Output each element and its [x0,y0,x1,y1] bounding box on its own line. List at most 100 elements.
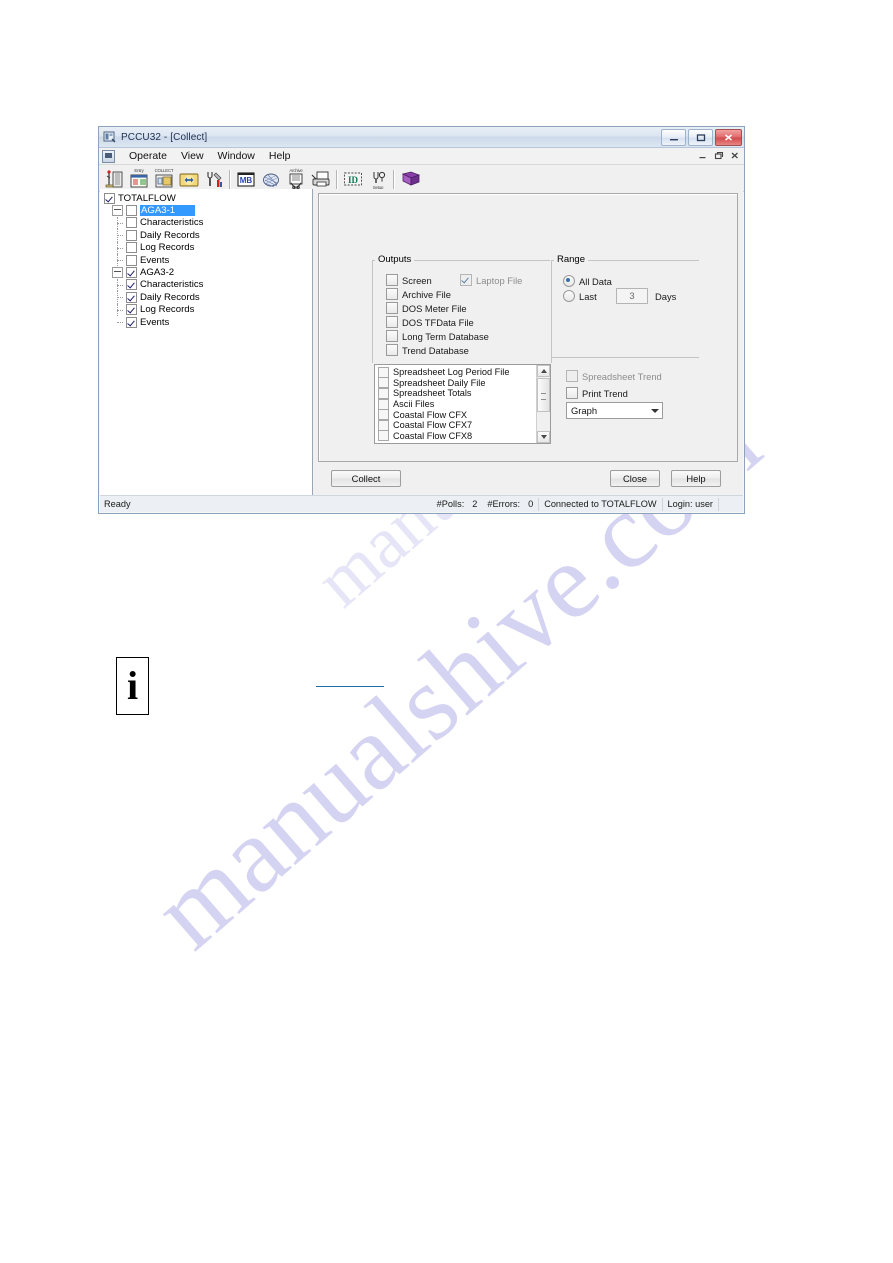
tree-checkbox-aga3-1-events[interactable] [126,254,137,266]
toolbar-button-modbus[interactable]: MB [234,166,258,190]
tree-dash [117,284,123,287]
tree-checkbox-aga3-2-daily-records[interactable] [126,291,137,303]
tree-checkbox-aga3-2[interactable] [126,267,137,279]
window-titlebar[interactable]: PCCU32 - [Collect] [99,127,744,148]
menu-item-view[interactable]: View [174,148,211,164]
listbox-scrollbar[interactable] [536,365,550,443]
mdi-client-area: TOTALFLOW AGA3-1 Characteristics Daily R… [100,189,743,495]
trend-mode-select[interactable]: Graph [566,402,663,419]
menu-item-operate[interactable]: Operate [122,148,174,164]
list-item-checkbox[interactable] [378,430,389,442]
list-item-checkbox[interactable] [378,387,389,399]
list-item[interactable]: Spreadsheet Log Period File [378,366,537,378]
toolbar-button-terminal[interactable] [102,166,126,190]
toolbar-button-help-book[interactable] [398,166,422,190]
status-errors: #Errors: 0 [482,498,538,511]
checkbox-trend-database[interactable]: Trend Database [386,344,469,356]
collect-button[interactable]: Collect [331,470,401,487]
help-button[interactable]: Help [671,470,721,487]
tree-node-aga3-2-daily-records[interactable]: Daily Records [104,291,312,304]
checkbox-dos-meter-file[interactable]: DOS Meter File [386,302,467,314]
menu-item-window[interactable]: Window [211,148,262,164]
list-item-checkbox[interactable] [378,419,389,431]
toolbar-button-transfer[interactable] [177,166,201,190]
info-glyph: i [126,663,139,708]
status-resize-grip[interactable] [718,497,743,511]
tree-checkbox-aga3-1-log-records[interactable] [126,242,137,254]
scrollbar-down-button[interactable] [537,431,550,443]
checkbox-screen[interactable]: Screen [386,274,432,286]
trend-database-label: Trend Database [402,344,469,356]
scrollbar-up-button[interactable] [537,365,550,377]
tree-expander-aga3-2[interactable] [112,267,123,279]
toolbar-button-analysis[interactable] [259,166,283,190]
list-item[interactable]: Spreadsheet Daily File [378,377,537,389]
tree-expander-aga3-1[interactable] [112,205,123,217]
tree-checkbox-aga3-2-characteristics[interactable] [126,279,137,291]
tree-node-aga3-1-daily-records[interactable]: Daily Records [104,229,312,242]
mdi-restore-button[interactable] [712,149,725,162]
tree-dash [117,260,123,262]
radio-last[interactable]: Last [563,290,597,302]
tree-node-aga3-2-characteristics[interactable]: Characteristics [104,278,312,292]
tree-checkbox-aga3-2-events[interactable] [126,316,137,328]
tree-node-aga3-2-log-records[interactable]: Log Records [104,303,312,316]
window-minimize-button[interactable] [661,129,686,146]
document-page: manualshive.com manualshive.com PCCU32 -… [0,0,893,1263]
toolbar-button-entry[interactable]: Entry [127,166,151,190]
tree-label-aga3-1-events: Events [140,254,170,266]
tree-node-totalflow[interactable]: TOTALFLOW [104,192,312,204]
scrollbar-thumb[interactable] [537,378,550,412]
tree-node-aga3-1-characteristics[interactable]: Characteristics [104,216,312,230]
toolbar-button-id[interactable]: ID [341,166,365,190]
list-item-checkbox[interactable] [378,377,389,389]
combo-arrow-button[interactable] [647,404,662,417]
close-button[interactable]: Close [610,470,660,487]
output-file-list-items: Spreadsheet Log Period File Spreadsheet … [375,365,537,443]
checkbox-archive-file[interactable]: Archive File [386,288,451,300]
checkbox-long-term-database[interactable]: Long Term Database [386,330,489,342]
menu-item-help[interactable]: Help [262,148,298,164]
status-errors-value: 0 [528,499,534,509]
tree-node-aga3-1-log-records[interactable]: Log Records [104,241,312,254]
list-item-checkbox[interactable] [378,409,389,421]
device-tree-pane[interactable]: TOTALFLOW AGA3-1 Characteristics Daily R… [100,189,313,495]
toolbar-button-collect[interactable]: COLLECT [152,166,176,190]
mdi-close-button[interactable] [728,149,741,162]
list-item[interactable]: Spreadsheet Totals [378,387,537,399]
tree-checkbox-totalflow[interactable] [104,192,115,204]
window-close-button[interactable] [715,129,742,146]
list-item-checkbox[interactable] [378,366,389,378]
output-file-listbox[interactable]: Spreadsheet Log Period File Spreadsheet … [374,364,551,444]
tree-checkbox-aga3-1-daily-records[interactable] [126,229,137,241]
mdi-child-icon[interactable] [102,149,115,163]
list-item[interactable]: Ascii Files [378,398,537,410]
list-item-checkbox[interactable] [378,398,389,410]
checkbox-dos-tfdata-file[interactable]: DOS TFData File [386,316,474,328]
tree-checkbox-aga3-1-characteristics[interactable] [126,217,137,229]
window-maximize-button[interactable] [688,129,713,146]
toolbar-button-setup[interactable]: Setup [366,166,390,190]
last-label: Last [579,290,597,302]
list-item[interactable]: Coastal Flow CFX8 [378,430,537,442]
status-errors-label: #Errors: [487,499,521,509]
toolbar-button-calibrate[interactable] [202,166,226,190]
tree-label-aga3-2-events: Events [140,316,170,328]
tree-node-aga3-2-events[interactable]: Events [104,316,312,328]
days-input[interactable]: 3 [616,288,648,304]
tree-node-aga3-1-events[interactable]: Events [104,253,312,267]
toolbar-button-archive[interactable]: Archive [284,166,308,190]
tree-checkbox-aga3-2-log-records[interactable] [126,304,137,316]
print-trend-checkbox-box [566,387,578,399]
toolbar-button-print[interactable] [309,166,333,190]
mdi-minimize-button[interactable] [696,149,709,162]
tree-node-aga3-1[interactable]: AGA3-1 [104,204,312,217]
radio-all-data[interactable]: All Data [563,275,612,287]
checkbox-print-trend[interactable]: Print Trend [566,387,628,399]
list-item[interactable]: Coastal Flow CFX [378,409,537,421]
svg-text:ID: ID [348,175,359,185]
list-item[interactable]: Coastal Flow CFX7 [378,419,537,431]
note-hyperlink-rule[interactable] [316,685,384,687]
tree-node-aga3-2[interactable]: AGA3-2 [104,266,312,279]
tree-checkbox-aga3-1[interactable] [126,205,137,217]
